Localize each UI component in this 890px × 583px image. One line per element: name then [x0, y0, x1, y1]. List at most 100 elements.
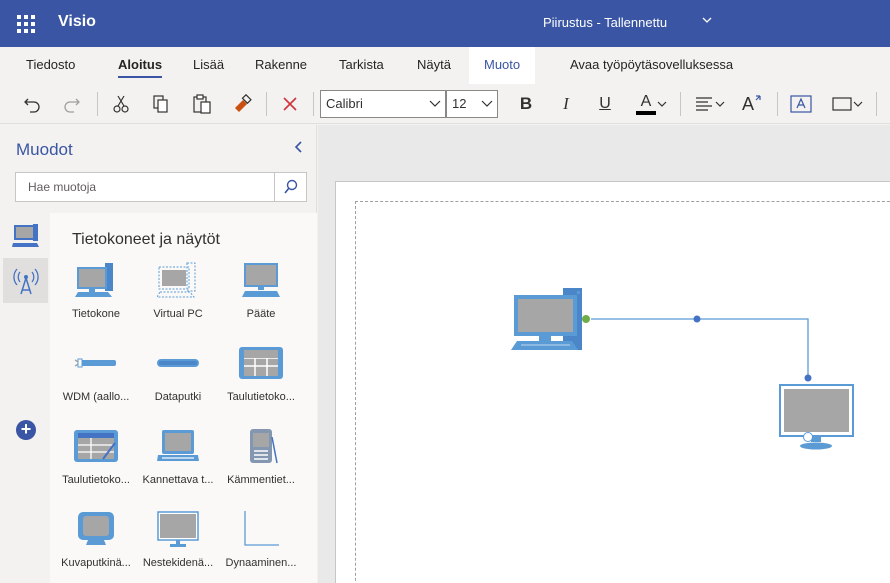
shape-label: Nestekidenä...	[142, 557, 214, 569]
dynamic-connector-icon	[221, 504, 301, 554]
italic-button[interactable]: I	[552, 84, 580, 124]
shape-dynaaminen[interactable]: Dynaaminen...	[221, 504, 301, 583]
shapes-pane-title: Muodot	[16, 140, 73, 159]
tab-nayta[interactable]: Näytä	[417, 47, 451, 84]
toolbar-separator	[313, 92, 314, 116]
computer-icon	[56, 255, 136, 305]
grow-font-icon[interactable]: A	[738, 84, 768, 124]
network-stencil-icon[interactable]	[3, 258, 48, 303]
tab-aloitus[interactable]: Aloitus	[118, 47, 163, 84]
shape-label: WDM (aallo...	[62, 391, 130, 403]
paste-icon[interactable]	[188, 84, 216, 124]
chevron-down-icon	[481, 91, 493, 126]
tablet-computer-icon	[221, 338, 301, 388]
grow-font-letter: A	[741, 93, 754, 114]
shape-taulutietokone-2[interactable]: Taulutietoko...	[56, 421, 136, 501]
chevron-down-icon	[656, 97, 668, 112]
shape-wdm[interactable]: WDM (aallo...	[56, 338, 136, 418]
shape-label: Kämmentiet...	[227, 474, 295, 486]
diagram-computer-shape[interactable]	[511, 288, 582, 350]
align-icon[interactable]	[690, 84, 730, 124]
font-name-select[interactable]: Calibri	[320, 90, 446, 118]
toolbar-separator	[876, 92, 877, 116]
shape-label: Kuvaputkinä...	[61, 557, 131, 569]
category-title: Tietokoneet ja näytöt	[72, 231, 220, 248]
tab-muoto[interactable]: Muoto	[469, 47, 536, 84]
format-painter-icon[interactable]	[228, 84, 256, 124]
drawing-page[interactable]	[335, 181, 890, 583]
shape-kuvaputkinaytto[interactable]: Kuvaputkinä...	[56, 504, 136, 583]
title-bar: Visio Piirustus - Tallennettu	[0, 0, 890, 47]
tab-tarkista[interactable]: Tarkista	[339, 47, 384, 84]
shape-taulutietokone-1[interactable]: Taulutietoko...	[221, 338, 301, 418]
virtual-pc-icon	[138, 255, 218, 305]
computer-stencil-icon[interactable]	[3, 213, 48, 258]
tab-rakenne[interactable]: Rakenne	[255, 47, 307, 84]
app-name[interactable]: Visio	[58, 13, 96, 31]
diagram-layer	[511, 288, 854, 450]
wdm-icon	[56, 338, 136, 388]
shape-nestekidenaytto[interactable]: Nestekidenä...	[138, 504, 218, 583]
undo-icon[interactable]	[18, 84, 46, 124]
search-input[interactable]	[16, 173, 271, 201]
shape-label: Taulutietoko...	[62, 474, 130, 486]
ribbon-toolbar: Calibri 12 B I U A A	[0, 84, 890, 124]
font-size-select[interactable]: 12	[446, 90, 498, 118]
toolbar-separator	[97, 92, 98, 116]
font-size-value: 12	[452, 96, 467, 111]
font-color-letter: A	[640, 92, 652, 110]
crt-monitor-icon	[56, 504, 136, 554]
font-name-value: Calibri	[326, 96, 363, 111]
shape-label: Tietokone	[72, 308, 120, 320]
cut-icon[interactable]	[107, 84, 135, 124]
handheld-icon	[221, 421, 301, 471]
text-box-icon[interactable]	[787, 84, 815, 124]
shape-label: Virtual PC	[153, 308, 203, 320]
connector-line[interactable]	[581, 314, 812, 382]
toolbar-separator	[266, 92, 267, 116]
add-icon[interactable]: +	[16, 420, 36, 440]
shape-paate[interactable]: Pääte	[221, 255, 301, 335]
document-title[interactable]: Piirustus - Tallennettu	[543, 15, 667, 30]
shape-kammentietokone[interactable]: Kämmentiet...	[221, 421, 301, 501]
waffle-icon[interactable]	[17, 15, 35, 33]
data-pipe-icon	[138, 338, 218, 388]
shape-label: Dataputki	[154, 391, 202, 403]
shape-label: Taulutietoko...	[227, 391, 295, 403]
shape-search	[15, 172, 307, 202]
tab-tiedosto[interactable]: Tiedosto	[26, 47, 75, 84]
delete-icon[interactable]	[276, 84, 304, 124]
drawing-canvas[interactable]	[318, 125, 890, 583]
shapes-gallery: Tietokoneet ja näytöt Tietokone Virtual …	[50, 213, 317, 583]
shape-dataputki[interactable]: Dataputki	[138, 338, 218, 418]
shape-kannettava[interactable]: Kannettava t...	[138, 421, 218, 501]
tab-lisaa[interactable]: Lisää	[193, 47, 224, 84]
font-color-button[interactable]: A	[632, 84, 672, 124]
shape-label: Pääte	[246, 308, 276, 320]
toolbar-separator	[777, 92, 778, 116]
bold-button[interactable]: B	[512, 84, 540, 124]
laptop-icon	[138, 421, 218, 471]
tablet-pen-icon	[56, 421, 136, 471]
shape-label: Dynaaminen...	[225, 557, 297, 569]
font-color-swatch	[636, 110, 656, 115]
chevron-down-icon[interactable]	[702, 14, 712, 28]
ribbon-tabs: Tiedosto Aloitus Lisää Rakenne Tarkista …	[0, 47, 890, 84]
shape-icon[interactable]	[828, 84, 868, 124]
tab-open-desktop[interactable]: Avaa työpöytäsovelluksessa	[570, 47, 733, 84]
chevron-left-icon[interactable]	[293, 140, 303, 159]
lcd-monitor-icon	[138, 504, 218, 554]
chevron-down-icon	[429, 91, 441, 126]
redo-icon[interactable]	[58, 84, 86, 124]
copy-icon[interactable]	[147, 84, 175, 124]
search-icon[interactable]	[274, 173, 306, 201]
shapes-pane: Muodot + Tietokoneet ja näytöt Tietokone	[3, 125, 317, 583]
toolbar-separator	[680, 92, 681, 116]
terminal-icon	[221, 255, 301, 305]
diagram-monitor-shape[interactable]	[779, 384, 854, 450]
shape-tietokone[interactable]: Tietokone	[56, 255, 136, 335]
underline-button[interactable]: U	[591, 84, 619, 124]
stencil-bar: +	[3, 213, 50, 583]
shape-label: Kannettava t...	[142, 474, 214, 486]
shape-virtual-pc[interactable]: Virtual PC	[138, 255, 218, 335]
